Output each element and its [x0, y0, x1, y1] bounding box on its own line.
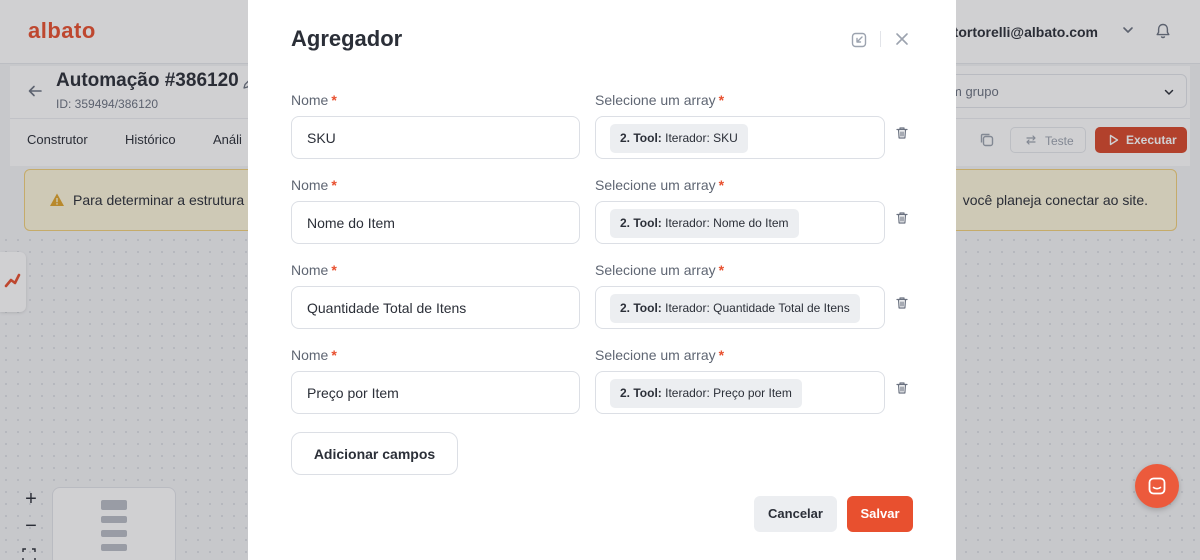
name-input[interactable]: Nome do Item — [291, 201, 580, 244]
array-label: Selecione um array * — [595, 262, 725, 278]
array-label: Selecione um array * — [595, 92, 725, 108]
array-chip[interactable]: 2. Tool: Iterador: Nome do Item — [610, 209, 799, 238]
required-mark: * — [718, 177, 725, 193]
array-select[interactable]: 2. Tool: Iterador: Preço por Item — [595, 371, 885, 414]
collapse-icon[interactable] — [850, 31, 868, 49]
required-mark: * — [718, 347, 725, 363]
cancel-label: Cancelar — [768, 506, 823, 521]
trash-icon[interactable] — [895, 126, 909, 140]
required-mark: * — [331, 92, 337, 108]
array-select[interactable]: 2. Tool: Iterador: Quantidade Total de I… — [595, 286, 885, 329]
name-label: Nome * — [291, 92, 337, 108]
chat-icon — [1148, 477, 1166, 495]
name-input-value: SKU — [307, 130, 336, 146]
name-label: Nome * — [291, 177, 337, 193]
save-button[interactable]: Salvar — [847, 496, 913, 532]
array-label: Selecione um array * — [595, 177, 725, 193]
array-chip[interactable]: 2. Tool: Iterador: Preço por Item — [610, 379, 802, 408]
array-label: Selecione um array * — [595, 347, 725, 363]
required-mark: * — [718, 92, 725, 108]
name-input-value: Quantidade Total de Itens — [307, 300, 467, 316]
name-input-value: Preço por Item — [307, 385, 399, 401]
array-chip[interactable]: 2. Tool: Iterador: Quantidade Total de I… — [610, 294, 860, 323]
array-select[interactable]: 2. Tool: Iterador: Nome do Item — [595, 201, 885, 244]
name-label: Nome * — [291, 262, 337, 278]
field-row: Nome * Selecione um array * SKU 2. Tool: I… — [291, 92, 916, 170]
name-input-value: Nome do Item — [307, 215, 395, 231]
add-fields-button[interactable]: Adicionar campos — [291, 432, 458, 475]
required-mark: * — [718, 262, 725, 278]
name-input[interactable]: SKU — [291, 116, 580, 159]
name-label: Nome * — [291, 347, 337, 363]
name-input[interactable]: Preço por Item — [291, 371, 580, 414]
cancel-button[interactable]: Cancelar — [754, 496, 837, 532]
trash-icon[interactable] — [895, 296, 909, 310]
field-row: Nome * Selecione um array * Preço por Item… — [291, 347, 916, 425]
trash-icon[interactable] — [895, 211, 909, 225]
name-input[interactable]: Quantidade Total de Itens — [291, 286, 580, 329]
chat-launcher[interactable] — [1135, 464, 1179, 508]
required-mark: * — [331, 177, 337, 193]
header-divider — [880, 31, 881, 47]
array-chip[interactable]: 2. Tool: Iterador: SKU — [610, 124, 748, 153]
trash-icon[interactable] — [895, 381, 909, 395]
save-label: Salvar — [860, 506, 900, 521]
aggregator-modal: Agregador Nome * Selecione um array * SKU … — [248, 0, 956, 560]
field-row: Nome * Selecione um array * Nome do Item 2… — [291, 177, 916, 255]
modal-title: Agregador — [291, 26, 403, 51]
required-mark: * — [331, 347, 337, 363]
add-fields-label: Adicionar campos — [313, 446, 436, 462]
array-select[interactable]: 2. Tool: Iterador: SKU — [595, 116, 885, 159]
required-mark: * — [331, 262, 337, 278]
close-icon[interactable] — [893, 30, 911, 48]
field-row: Nome * Selecione um array * Quantidade Tot… — [291, 262, 916, 340]
